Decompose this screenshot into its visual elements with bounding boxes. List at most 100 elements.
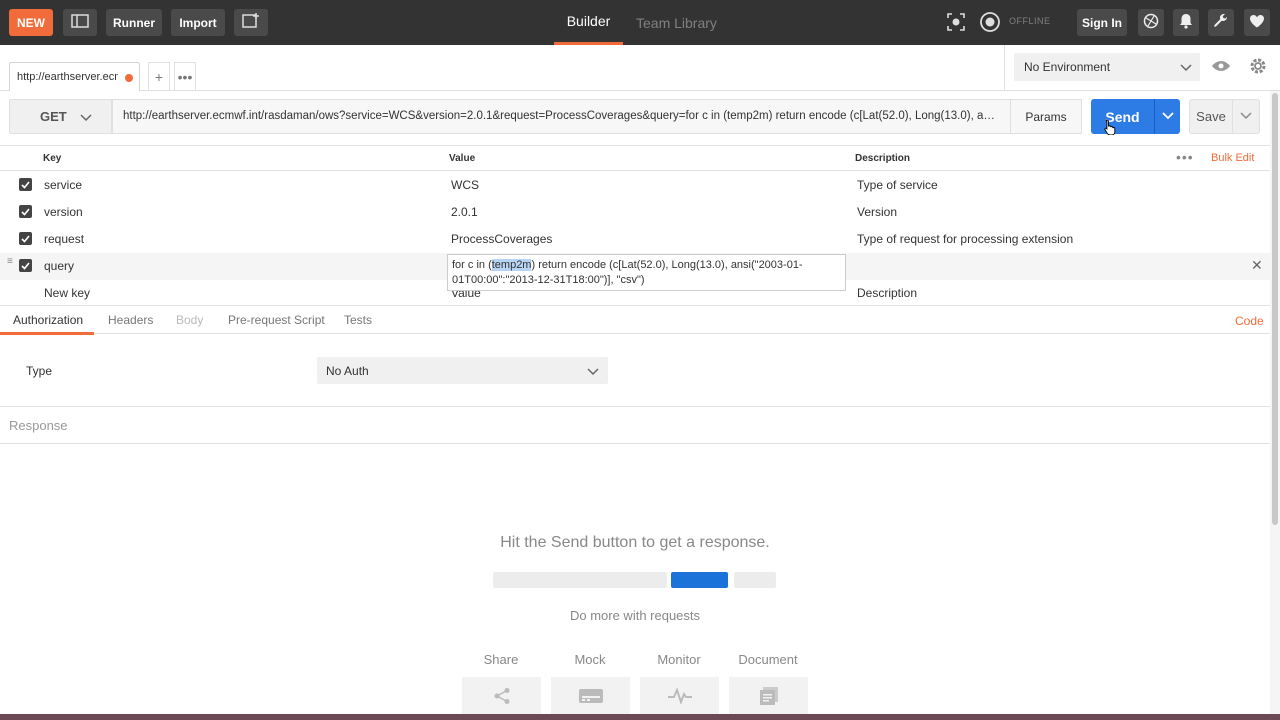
auth-type-value: No Auth (326, 363, 369, 378)
illustration-bar (734, 572, 776, 588)
row-checkbox[interactable] (19, 178, 32, 191)
feature-monitor-label: Monitor (657, 652, 701, 667)
satellite-button[interactable] (1138, 9, 1164, 36)
param-value[interactable]: 2.0.1 (451, 205, 478, 219)
scrollbar[interactable] (1270, 91, 1280, 720)
send-options-button[interactable] (1154, 99, 1180, 134)
chevron-down-icon (1161, 109, 1174, 124)
tab-authorization[interactable]: Authorization (13, 313, 83, 327)
column-header-value: Value (449, 153, 476, 164)
bulk-edit-link[interactable]: Bulk Edit (1211, 152, 1254, 164)
environment-select[interactable]: No Environment (1014, 53, 1200, 81)
feature-document-label: Document (738, 652, 798, 667)
row-checkbox[interactable] (19, 232, 32, 245)
send-button[interactable]: Send (1091, 99, 1154, 134)
params-more-button[interactable]: ••• (1176, 149, 1194, 165)
method-select[interactable]: GET (9, 99, 112, 134)
chevron-down-icon (80, 111, 92, 126)
tab-body[interactable]: Body (176, 313, 203, 327)
environment-bar: No Environment (1004, 45, 1280, 91)
request-subtabs: Authorization Headers Body Pre-request S… (0, 305, 1270, 335)
notifications-button[interactable] (1173, 9, 1199, 36)
param-description[interactable]: Type of service (857, 178, 938, 192)
table-row: version 2.0.1 Version (0, 199, 1270, 226)
row-checkbox[interactable] (19, 259, 32, 272)
chevron-down-icon (1180, 61, 1192, 76)
params-button[interactable]: Params (1011, 99, 1082, 134)
empty-response-title: Hit the Send button to get a response. (500, 534, 770, 551)
tab-team-library[interactable]: Team Library (636, 0, 717, 45)
param-key[interactable]: version (44, 205, 83, 219)
response-header: Response (0, 406, 1270, 444)
sign-in-button[interactable]: Sign In (1077, 9, 1127, 36)
param-value-editor[interactable]: for c in (temp2m) return encode (c[Lat(5… (447, 254, 846, 291)
param-key[interactable]: query (44, 259, 74, 273)
param-key[interactable]: service (44, 178, 82, 192)
param-key[interactable]: request (44, 232, 84, 246)
feature-document-card[interactable] (729, 677, 808, 717)
close-icon[interactable]: ✕ (1251, 257, 1263, 274)
feature-mock-card[interactable] (551, 677, 630, 717)
new-window-icon (242, 13, 260, 32)
tab-headers[interactable]: Headers (108, 313, 153, 327)
mock-icon (578, 688, 604, 707)
feature-monitor-card[interactable] (640, 677, 719, 717)
settings-button[interactable] (1208, 9, 1234, 36)
drag-handle-icon[interactable]: ≡ (7, 257, 13, 267)
monitor-icon (667, 686, 693, 707)
layout-icon (71, 14, 89, 31)
share-icon (493, 687, 511, 708)
bell-icon (1179, 13, 1193, 32)
new-key-input[interactable]: New key (44, 286, 90, 300)
row-checkbox[interactable] (19, 205, 32, 218)
url-input[interactable]: http://earthserver.ecmwf.int/rasdaman/ow… (112, 99, 1011, 134)
manage-environments-button[interactable] (1244, 55, 1272, 79)
editor-text-before: for c in ( (452, 259, 492, 271)
editor-selection: temp2m (491, 259, 532, 271)
save-button[interactable]: Save (1189, 99, 1233, 134)
request-tabs-bar: http://earthserver.ecmwf.int/rasdaman/ow… (0, 45, 1004, 91)
column-header-key: Key (43, 153, 62, 164)
request-tab[interactable]: http://earthserver.ecmwf.int/rasdaman/ow… (9, 62, 140, 91)
param-description[interactable]: Version (857, 205, 897, 219)
generate-code-link[interactable]: Code (1235, 314, 1264, 328)
new-description-input[interactable]: Description (857, 286, 917, 300)
top-bar: NEW Runner Import Builder Team Library O… (0, 0, 1280, 45)
auth-type-select[interactable]: No Auth (317, 357, 608, 384)
auth-type-label: Type (26, 364, 53, 378)
method-label: GET (40, 109, 67, 124)
environment-quick-look-button[interactable] (1207, 55, 1235, 79)
wrench-icon (1213, 13, 1229, 32)
table-row: request ProcessCoverages Type of request… (0, 226, 1270, 253)
tab-tests[interactable]: Tests (344, 313, 372, 327)
save-options-button[interactable] (1233, 99, 1260, 134)
gear-icon (1249, 57, 1267, 78)
add-tab-button[interactable]: + (148, 62, 170, 91)
active-tab-indicator (0, 332, 94, 335)
runner-button[interactable]: Runner (106, 9, 162, 36)
illustration-send-bar (671, 572, 728, 588)
window-bottom-edge (0, 714, 1280, 720)
import-button[interactable]: Import (171, 9, 225, 36)
param-value[interactable]: ProcessCoverages (451, 232, 552, 246)
new-window-button[interactable] (234, 9, 268, 36)
tab-builder[interactable]: Builder (554, 0, 623, 45)
feature-mock-label: Mock (574, 652, 606, 667)
table-row: service WCS Type of service (0, 172, 1270, 199)
tab-pre-request-script[interactable]: Pre-request Script (228, 313, 325, 327)
toggle-sidebar-button[interactable] (63, 9, 97, 36)
feature-share-card[interactable] (462, 677, 541, 717)
favorites-button[interactable] (1244, 9, 1270, 36)
chevron-down-icon (587, 365, 599, 380)
unsaved-dot-icon (125, 74, 133, 82)
param-value[interactable]: WCS (451, 178, 479, 192)
new-button[interactable]: NEW (9, 9, 53, 36)
feature-share-label: Share (483, 652, 519, 667)
capture-icon[interactable] (945, 11, 967, 33)
request-tab-title: http://earthserver.ecmwf.int/rasdaman/ow… (17, 71, 118, 83)
more-tabs-button[interactable]: ••• (174, 62, 196, 91)
sync-icon[interactable] (979, 11, 1001, 33)
environment-label: No Environment (1024, 60, 1111, 74)
scroll-thumb[interactable] (1272, 93, 1278, 525)
param-description[interactable]: Type of request for processing extension (857, 232, 1073, 246)
